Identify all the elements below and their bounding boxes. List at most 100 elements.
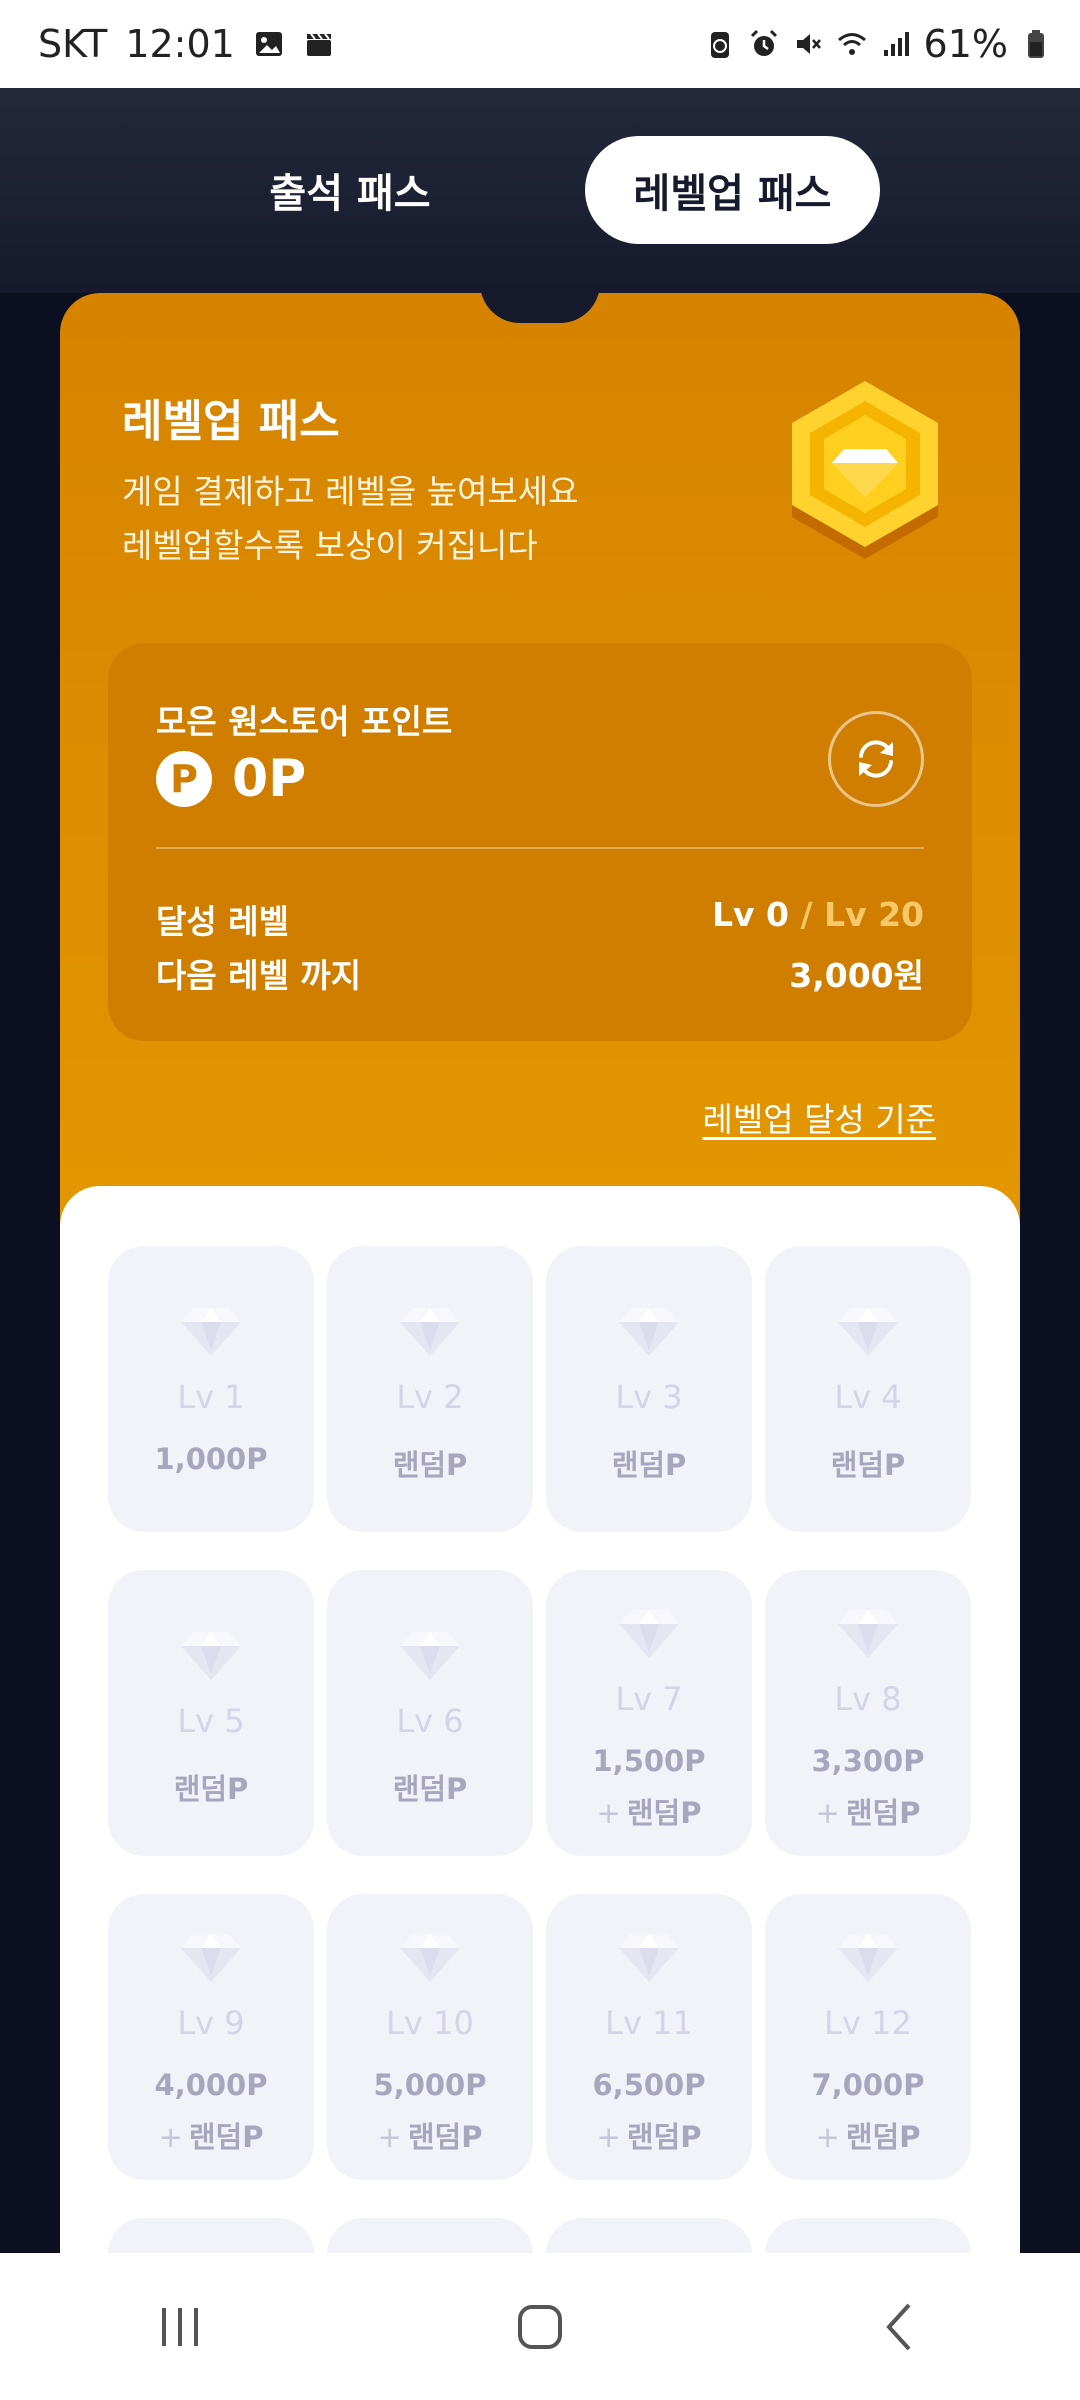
level-name: Lv 5: [177, 1702, 245, 1740]
card-subtitle-1: 게임 결제하고 레벨을 높여보세요: [122, 472, 579, 511]
achieved-level-max: Lv 20: [824, 895, 924, 934]
level-reward: 랜덤P: [173, 1772, 249, 1806]
locked-diamond-icon: [836, 1304, 900, 1360]
level-reward-card[interactable]: Lv 1 1,000P: [108, 1246, 314, 1532]
level-reward-card[interactable]: Lv 9 4,000P + 랜덤P: [108, 1894, 314, 2180]
back-button[interactable]: [840, 2277, 960, 2377]
refresh-button[interactable]: [828, 711, 924, 807]
level-reward-card[interactable]: Lv 7 1,500P + 랜덤P: [546, 1570, 752, 1856]
level-grid: Lv 1 1,000P Lv 2 랜덤P Lv 3 랜덤P Lv 4 랜덤P Lv 5 랜덤P Lv…: [108, 1246, 971, 2253]
status-bar: SKT 12:01 61%: [0, 0, 1080, 88]
level-reward: 3,300P: [811, 1744, 925, 1778]
next-level-label: 다음 레벨 까지: [156, 956, 362, 995]
mute-icon: [796, 34, 821, 54]
level-reward-card[interactable]: Lv 12 7,000P + 랜덤P: [765, 1894, 971, 2180]
battery-percent: 61%: [923, 22, 1008, 66]
level-reward: 1,000P: [154, 1442, 268, 1476]
locked-diamond-icon: [836, 1930, 900, 1986]
system-nav-bar: [0, 2253, 1080, 2400]
level-name: Lv 8: [834, 1680, 902, 1718]
points-value: 0P: [232, 749, 307, 809]
achieved-level-sep: /: [789, 895, 825, 934]
locked-diamond-icon: [617, 1606, 681, 1662]
card-notch: [480, 293, 600, 323]
locked-diamond-icon: [617, 1304, 681, 1360]
level-reward-card[interactable]: Lv 2 랜덤P: [327, 1246, 533, 1532]
level-name: Lv 11: [605, 2004, 693, 2042]
level-reward-card[interactable]: [108, 2218, 314, 2253]
next-level-value: 3,000원: [789, 956, 924, 995]
level-name: Lv 3: [615, 1378, 683, 1416]
status-left: SKT 12:01: [38, 22, 335, 66]
gallery-icon: [255, 32, 282, 56]
carrier-label: SKT: [38, 22, 108, 66]
pass-tab-bar: 출석 패스 레벨업 패스: [0, 88, 1080, 293]
level-reward-card[interactable]: [327, 2218, 533, 2253]
level-reward-card[interactable]: Lv 4 랜덤P: [765, 1246, 971, 1532]
bonus-plus: +: [377, 2120, 402, 2154]
level-reward-card[interactable]: Lv 5 랜덤P: [108, 1570, 314, 1856]
bonus-plus: +: [158, 2120, 183, 2154]
level-name: Lv 10: [386, 2004, 474, 2042]
level-reward-card[interactable]: Lv 6 랜덤P: [327, 1570, 533, 1856]
level-name: Lv 7: [615, 1680, 683, 1718]
achieved-level-current: Lv 0: [712, 895, 790, 934]
bonus-text: 랜덤P: [626, 1796, 702, 1830]
level-reward: 4,000P: [154, 2068, 268, 2102]
level-reward-card[interactable]: Lv 11 6,500P + 랜덤P: [546, 1894, 752, 2180]
refresh-icon: [859, 740, 893, 778]
locked-diamond-icon: [836, 1606, 900, 1662]
wifi-icon: [837, 33, 866, 55]
bonus-text: 랜덤P: [845, 1796, 921, 1830]
level-name: Lv 9: [177, 2004, 245, 2042]
level-reward-card[interactable]: Lv 10 5,000P + 랜덤P: [327, 1894, 533, 2180]
status-right: 61%: [704, 22, 1052, 66]
locked-diamond-icon: [617, 1930, 681, 1986]
level-bonus-reward: + 랜덤P: [546, 2114, 752, 2156]
hexagon-diamond-badge-icon: [792, 381, 938, 559]
level-reward: 1,500P: [592, 1744, 706, 1778]
level-reward-card[interactable]: Lv 8 3,300P + 랜덤P: [765, 1570, 971, 1856]
alarm-icon: [750, 29, 777, 56]
level-name: Lv 1: [177, 1378, 245, 1416]
points-divider: [156, 847, 924, 849]
level-name: Lv 6: [396, 1702, 464, 1740]
level-bonus-reward: + 랜덤P: [108, 2114, 314, 2156]
battery-saver-icon: [710, 32, 729, 58]
achieved-level-label: 달성 레벨: [156, 902, 289, 941]
back-icon: [886, 2303, 911, 2350]
achieved-level-value: Lv 0 / Lv 20: [712, 895, 924, 934]
level-name: Lv 12: [824, 2004, 912, 2042]
signal-icon: [883, 32, 909, 56]
level-reward-card[interactable]: [546, 2218, 752, 2253]
level-reward: 7,000P: [811, 2068, 925, 2102]
locked-diamond-icon: [179, 1628, 243, 1684]
card-subtitle-2: 레벨업할수록 보상이 커집니다: [122, 526, 538, 565]
level-reward-card[interactable]: Lv 3 랜덤P: [546, 1246, 752, 1532]
level-reward-card[interactable]: [765, 2218, 971, 2253]
home-button[interactable]: [480, 2277, 600, 2377]
bonus-plus: +: [815, 2120, 840, 2154]
level-name: Lv 2: [396, 1378, 464, 1416]
home-icon: [518, 2304, 562, 2349]
tab-levelup-pass[interactable]: 레벨업 패스: [585, 136, 880, 244]
bonus-plus: +: [596, 2120, 621, 2154]
clapper-icon: [306, 33, 331, 56]
levelup-criteria-link[interactable]: 레벨업 달성 기준: [703, 1093, 937, 1141]
locked-diamond-icon: [179, 1930, 243, 1986]
locked-diamond-icon: [398, 1628, 462, 1684]
tab-attendance-pass[interactable]: 출석 패스: [200, 136, 500, 244]
bonus-plus: +: [596, 1796, 621, 1830]
levelup-pass-card: 레벨업 패스 게임 결제하고 레벨을 높여보세요 레벨업할수록 보상이 커집니다…: [60, 293, 1020, 2253]
level-bonus-reward: + 랜덤P: [765, 1790, 971, 1832]
level-reward: 5,000P: [373, 2068, 487, 2102]
level-reward: 랜덤P: [830, 1448, 906, 1482]
bonus-text: 랜덤P: [188, 2120, 264, 2154]
level-reward: 랜덤P: [611, 1448, 687, 1482]
locked-diamond-icon: [398, 1930, 462, 1986]
recent-apps-button[interactable]: [120, 2277, 240, 2377]
battery-icon: [1028, 30, 1044, 58]
level-reward: 6,500P: [592, 2068, 706, 2102]
points-summary-box: 모은 원스토어 포인트 P 0P 달성 레벨 Lv 0 / Lv 20 다음 레…: [108, 643, 972, 1041]
locked-diamond-icon: [179, 1304, 243, 1360]
